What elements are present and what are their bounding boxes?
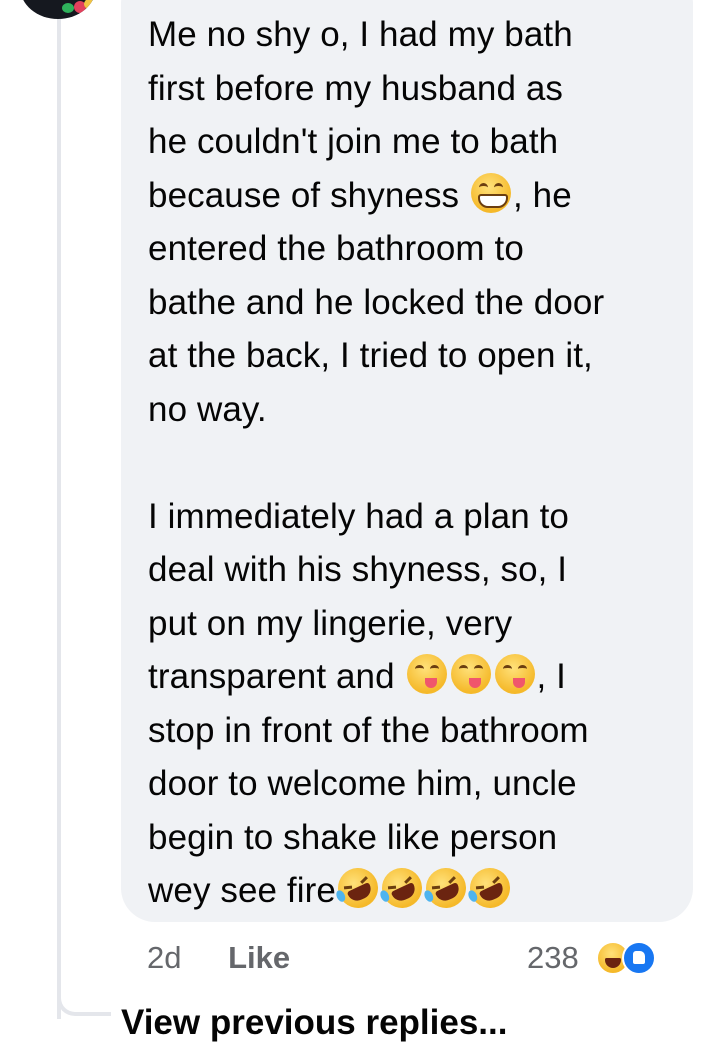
comment-meta: 2d Like — [147, 939, 290, 977]
avatar[interactable] — [20, 0, 96, 19]
view-previous-replies-link[interactable]: View previous replies... — [121, 1000, 507, 1046]
thread-line — [57, 19, 61, 1019]
comment-bubble: Me no shy o, I had my bath first before … — [121, 0, 693, 922]
like-button[interactable]: Like — [228, 940, 290, 975]
face-savoring-food-emoji-icon — [450, 654, 491, 694]
rofl-emoji-icon — [463, 861, 517, 915]
rofl-emoji-icon — [419, 861, 473, 915]
face-savoring-food-emoji-icon — [494, 654, 535, 694]
avatar-decoration — [62, 3, 74, 13]
reactions-summary[interactable] — [596, 939, 666, 977]
rofl-emoji-icon — [375, 861, 429, 915]
avatar-decoration — [84, 0, 94, 9]
like-reaction-icon — [622, 941, 656, 975]
thread-branch-line — [57, 950, 111, 1016]
face-savoring-food-emoji-icon — [406, 654, 447, 694]
comment-timestamp[interactable]: 2d — [147, 940, 181, 975]
rofl-emoji-icon — [331, 861, 385, 915]
reaction-count[interactable]: 238 — [527, 939, 579, 977]
comment-paragraph-1: Me no shy o, I had my bath first before … — [148, 8, 665, 436]
comment-paragraph-2: I immediately had a plan to deal with hi… — [148, 490, 665, 918]
grinning-face-emoji-icon — [470, 172, 511, 213]
